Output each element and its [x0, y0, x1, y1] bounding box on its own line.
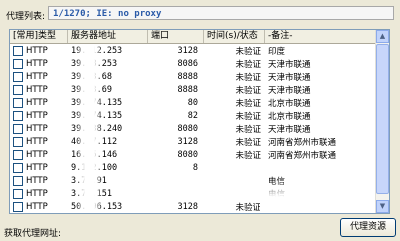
port-cell: 3128 — [177, 45, 198, 56]
table-header: [常用]类型 服务器地址 端口 时间(s)/状态 -备注- — [10, 30, 377, 44]
table-row[interactable]: HTTP39.78.2538086未验证天津市联通 — [10, 57, 377, 70]
table-row[interactable]: HTTP39.93.698888未验证天津市联通 — [10, 83, 377, 96]
proxy-list-header: 代理列表: 1/1270; IE: no proxy — [4, 6, 396, 22]
status-cell: 未验证 — [235, 98, 261, 109]
type-text: HTTP — [26, 188, 48, 199]
status-cell: 未验证 — [235, 111, 261, 122]
type-cell: HTTP — [10, 175, 68, 186]
proxy-list-view[interactable]: [常用]类型 服务器地址 端口 时间(s)/状态 -备注- HTTP19.212… — [9, 29, 390, 214]
row-checkbox[interactable] — [13, 71, 23, 82]
type-text: HTTP — [26, 97, 48, 108]
type-cell: HTTP — [10, 162, 68, 173]
type-cell: HTTP — [10, 110, 68, 121]
col-type[interactable]: [常用]类型 — [10, 30, 68, 43]
status-cell: 未验证 — [235, 46, 261, 57]
note-cell: 印度 — [268, 46, 286, 57]
proxy-status-display: 1/1270; IE: no proxy — [48, 6, 394, 20]
status-cell: 未验证 — [235, 72, 261, 83]
port-cell: 8 — [192, 162, 198, 173]
scroll-down-icon[interactable]: ▼ — [376, 200, 389, 213]
status-cell: 未验证 — [235, 124, 261, 135]
redaction-blur — [76, 44, 102, 213]
proxy-list-label: 代理列表: — [6, 12, 46, 22]
table-row[interactable]: HTTP19.212.2533128未验证印度 — [10, 44, 377, 57]
col-server[interactable]: 服务器地址 — [68, 30, 148, 43]
row-checkbox[interactable] — [13, 58, 23, 69]
col-port[interactable]: 端口 — [148, 30, 204, 43]
type-cell: HTTP — [10, 123, 68, 134]
note-cell: 天津市联通 — [268, 124, 311, 135]
type-cell: HTTP — [10, 58, 68, 69]
type-text: HTTP — [26, 149, 48, 160]
type-text: HTTP — [26, 175, 48, 186]
port-cell: 8888 — [177, 84, 198, 95]
type-cell: HTTP — [10, 136, 68, 147]
note-cell: 天津市联通 — [268, 72, 311, 83]
type-text: HTTP — [26, 123, 48, 134]
redaction-blur — [260, 180, 380, 213]
table-row[interactable]: HTTP40.47.1123128未验证河南省郑州市联通 — [10, 135, 377, 148]
type-cell: HTTP — [10, 188, 68, 199]
port-cell: 8080 — [177, 149, 198, 160]
row-checkbox[interactable] — [13, 123, 23, 134]
type-text: HTTP — [26, 45, 48, 56]
scroll-up-icon[interactable]: ▲ — [376, 30, 389, 43]
row-checkbox[interactable] — [13, 45, 23, 56]
vertical-scrollbar[interactable]: ▲ ▼ — [375, 30, 389, 213]
type-text: HTTP — [26, 110, 48, 121]
type-cell: HTTP — [10, 84, 68, 95]
type-cell: HTTP — [10, 45, 68, 56]
scroll-thumb[interactable] — [376, 44, 389, 194]
status-cell: 未验证 — [235, 202, 261, 213]
row-checkbox[interactable] — [13, 136, 23, 147]
type-text: HTTP — [26, 84, 48, 95]
row-checkbox[interactable] — [13, 149, 23, 160]
note-cell: 天津市联通 — [268, 85, 311, 96]
type-text: HTTP — [26, 58, 48, 69]
note-cell: 河南省郑州市联通 — [268, 150, 337, 161]
row-checkbox[interactable] — [13, 175, 23, 186]
table-row[interactable]: HTTP39.238.2408080未验证天津市联通 — [10, 122, 377, 135]
table-row[interactable]: HTTP39.174.13582未验证北京市联通 — [10, 109, 377, 122]
col-status[interactable]: 时间(s)/状态 — [204, 30, 265, 43]
status-cell: 未验证 — [235, 150, 261, 161]
fetch-proxy-url-label: 获取代理网址: — [4, 229, 62, 239]
port-cell: 3128 — [177, 201, 198, 212]
proxy-url-field[interactable] — [72, 221, 338, 237]
col-note[interactable]: -备注- — [265, 30, 377, 43]
port-cell: 3128 — [177, 136, 198, 147]
port-cell: 82 — [187, 110, 198, 121]
table-row[interactable]: HTTP39.93.688888未验证天津市联通 — [10, 70, 377, 83]
note-cell: 北京市联通 — [268, 98, 311, 109]
status-cell: 未验证 — [235, 59, 261, 70]
port-cell: 8086 — [177, 58, 198, 69]
table-row[interactable]: HTTP9.132.1008 — [10, 161, 377, 174]
row-checkbox[interactable] — [13, 162, 23, 173]
row-checkbox[interactable] — [13, 110, 23, 121]
row-checkbox[interactable] — [13, 188, 23, 199]
type-cell: HTTP — [10, 149, 68, 160]
status-cell: 未验证 — [235, 85, 261, 96]
table-row[interactable]: HTTP16.15.1468080未验证河南省郑州市联通 — [10, 148, 377, 161]
status-cell: 未验证 — [235, 137, 261, 148]
type-text: HTTP — [26, 136, 48, 147]
proxy-resources-button[interactable]: 代理资源 — [340, 218, 396, 237]
row-checkbox[interactable] — [13, 201, 23, 212]
type-cell: HTTP — [10, 97, 68, 108]
row-checkbox[interactable] — [13, 84, 23, 95]
type-text: HTTP — [26, 201, 48, 212]
port-cell: 8888 — [177, 71, 198, 82]
type-text: HTTP — [26, 71, 48, 82]
note-cell: 河南省郑州市联通 — [268, 137, 337, 148]
type-cell: HTTP — [10, 201, 68, 212]
type-text: HTTP — [26, 162, 48, 173]
note-cell: 北京市联通 — [268, 111, 311, 122]
note-cell: 天津市联通 — [268, 59, 311, 70]
port-cell: 80 — [187, 97, 198, 108]
row-checkbox[interactable] — [13, 97, 23, 108]
port-cell: 8080 — [177, 123, 198, 134]
type-cell: HTTP — [10, 71, 68, 82]
table-row[interactable]: HTTP39.174.13580未验证北京市联通 — [10, 96, 377, 109]
